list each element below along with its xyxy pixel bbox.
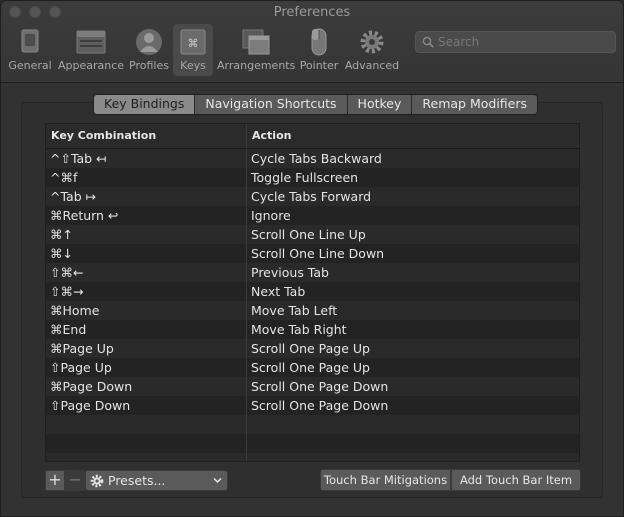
chevron-down-icon <box>213 477 222 484</box>
titlebar: Preferences General Appearance Profiles … <box>1 1 623 83</box>
action-cell <box>247 415 579 434</box>
gear-icon <box>90 474 104 488</box>
table-row[interactable]: ⇧⌘← Previous Tab <box>46 263 579 282</box>
action-cell: Scroll One Page Up <box>251 341 370 356</box>
preferences-window: Preferences General Appearance Profiles … <box>0 0 624 517</box>
key-combination-cell: ⇧Page Down <box>46 396 247 415</box>
presets-label: Presets... <box>108 473 166 488</box>
key-combination-cell <box>46 434 247 453</box>
key-combination-cell: ^⌘f <box>46 168 247 187</box>
toolbar-profiles[interactable]: Profiles <box>127 24 171 76</box>
action-cell <box>247 453 579 461</box>
key-bindings-table: Key Combination Action ^⇧Tab ↤ Cycle Tabs… <box>45 123 580 462</box>
toolbar-arrangements-label: Arrangements <box>217 59 296 72</box>
table-row[interactable]: ^⇧Tab ↤ Cycle Tabs Backward <box>46 149 579 168</box>
table-row[interactable]: ⌘End Move Tab Right <box>46 320 579 339</box>
profiles-icon <box>136 29 162 55</box>
window-title: Preferences <box>273 5 351 20</box>
key-combination-cell: ⌘Return ↩ <box>46 206 247 225</box>
action-cell: Scroll One Page Down <box>251 379 389 394</box>
action-cell: Scroll One Line Up <box>251 227 366 242</box>
key-combination-cell: ⌘↑ <box>46 225 247 244</box>
action-cell <box>247 434 579 453</box>
key-combination-cell <box>46 415 247 434</box>
key-combination-cell: ^Tab ↦ <box>46 187 247 206</box>
tab-remap-modifiers[interactable]: Remap Modifiers <box>412 95 538 114</box>
table-row[interactable]: ⌘Page Up Scroll One Page Up <box>46 339 579 358</box>
search-icon <box>422 36 434 48</box>
key-combination-cell: ⌘Page Down <box>46 377 247 396</box>
table-row-empty <box>46 434 579 453</box>
key-combination-cell: ^⇧Tab ↤ <box>46 149 247 168</box>
action-cell: Scroll One Page Down <box>251 398 389 413</box>
table-row[interactable]: ⌘↓ Scroll One Line Down <box>46 244 579 263</box>
table-row[interactable]: ^Tab ↦ Cycle Tabs Forward <box>46 187 579 206</box>
toolbar-keys-label: Keys <box>180 59 206 72</box>
action-cell: Cycle Tabs Forward <box>251 189 372 204</box>
key-combination-cell: ⇧Page Up <box>46 358 247 377</box>
toolbar-appearance-label: Appearance <box>57 59 125 72</box>
table-row[interactable]: ⌘Home Move Tab Left <box>46 301 579 320</box>
table-row[interactable]: ⇧Page Down Scroll One Page Down <box>46 396 579 415</box>
action-cell: Scroll One Line Down <box>251 246 385 261</box>
touch-bar-mitigations-button[interactable]: Touch Bar Mitigations <box>320 469 451 491</box>
column-header-action[interactable]: Action <box>247 124 579 148</box>
svg-text:⌘: ⌘ <box>188 37 199 50</box>
remove-binding-button[interactable]: − <box>65 470 85 491</box>
search-input[interactable] <box>438 32 608 52</box>
key-combination-cell: ⌘Home <box>46 301 247 320</box>
key-combination-cell: ⌘End <box>46 320 247 339</box>
action-cell: Toggle Fullscreen <box>251 170 359 185</box>
tab-hotkey[interactable]: Hotkey <box>347 95 413 114</box>
tab-navigation-shortcuts[interactable]: Navigation Shortcuts <box>195 95 348 114</box>
add-binding-button[interactable]: + <box>45 470 65 491</box>
key-combination-cell: ⇧⌘→ <box>46 282 247 301</box>
toolbar-arrangements[interactable]: Arrangements <box>217 24 295 76</box>
general-icon <box>21 29 39 53</box>
presets-popup[interactable]: Presets... <box>85 470 228 491</box>
table-row[interactable]: ⌘Return ↩ Ignore <box>46 206 579 225</box>
key-combination-cell: ⇧⌘← <box>46 263 247 282</box>
key-combination-cell: ⌘Page Up <box>46 339 247 358</box>
search-field[interactable] <box>415 31 616 53</box>
table-row[interactable]: ⌘↑ Scroll One Line Up <box>46 225 579 244</box>
toolbar-pointer[interactable]: Pointer <box>297 24 341 76</box>
keys-icon: ⌘ <box>180 29 206 55</box>
tab-key-bindings[interactable]: Key Bindings <box>94 95 196 114</box>
action-cell: Previous Tab <box>251 265 329 280</box>
key-combination-cell: ⌘↓ <box>46 244 247 263</box>
arrangements-icon <box>242 29 270 55</box>
column-header-key-combination[interactable]: Key Combination <box>46 124 247 148</box>
action-cell: Scroll One Page Up <box>251 360 370 375</box>
keys-tab-bar: Key Bindings Navigation Shortcuts Hotkey… <box>93 94 539 115</box>
table-row-empty <box>46 415 579 434</box>
table-header: Key Combination Action <box>46 124 579 149</box>
table-row[interactable]: ^⌘f Toggle Fullscreen <box>46 168 579 187</box>
advanced-icon <box>360 30 384 54</box>
toolbar-advanced[interactable]: Advanced <box>343 24 401 76</box>
toolbar-pointer-label: Pointer <box>299 59 339 72</box>
appearance-icon <box>76 30 106 54</box>
action-cell: Cycle Tabs Backward <box>251 151 382 166</box>
toolbar-general[interactable]: General <box>7 24 53 76</box>
action-cell: Move Tab Right <box>251 322 347 337</box>
key-combination-cell <box>46 453 247 461</box>
add-touch-bar-item-button[interactable]: Add Touch Bar Item <box>451 469 581 491</box>
pointer-icon <box>311 28 327 56</box>
table-row-empty <box>46 453 579 461</box>
toolbar-appearance[interactable]: Appearance <box>57 24 125 76</box>
toolbar-advanced-label: Advanced <box>344 59 400 72</box>
toolbar-general-label: General <box>8 59 52 72</box>
table-row[interactable]: ⇧⌘→ Next Tab <box>46 282 579 301</box>
action-cell: Ignore <box>251 208 291 223</box>
toolbar-keys[interactable]: ⌘ Keys <box>173 24 213 76</box>
toolbar-profiles-label: Profiles <box>129 59 169 72</box>
action-cell: Move Tab Left <box>251 303 338 318</box>
action-cell: Next Tab <box>251 284 306 299</box>
table-row[interactable]: ⌘Page Down Scroll One Page Down <box>46 377 579 396</box>
table-body: ^⇧Tab ↤ Cycle Tabs Backward ^⌘f Toggle Ful… <box>46 149 579 461</box>
table-row[interactable]: ⇧Page Up Scroll One Page Up <box>46 358 579 377</box>
